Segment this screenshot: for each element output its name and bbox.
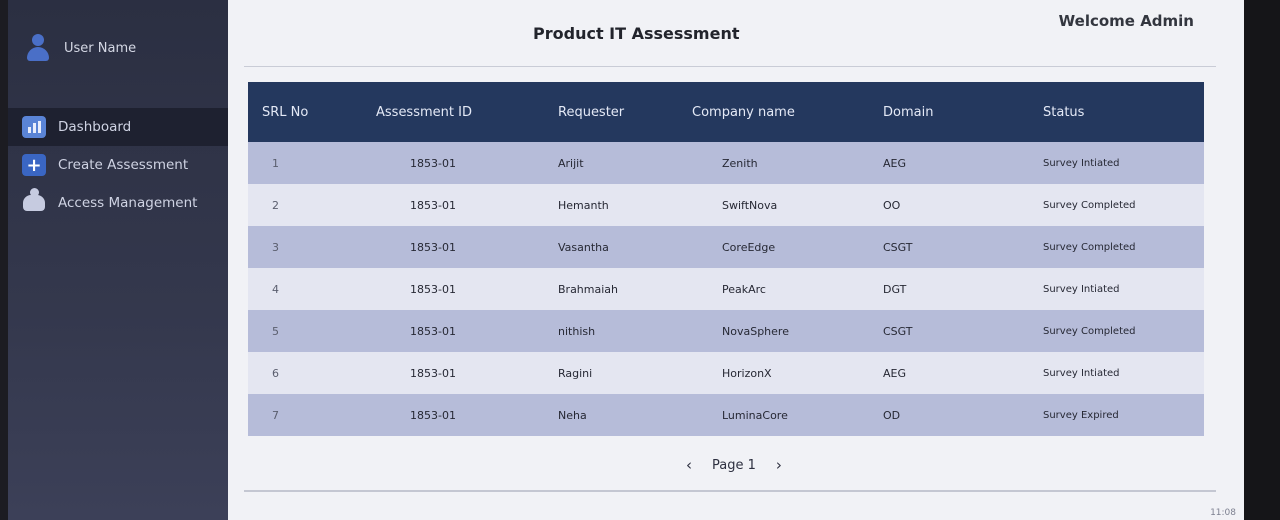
cell-status: Survey Intiated — [1043, 157, 1120, 169]
column-header-requester[interactable]: Requester — [538, 82, 688, 142]
divider — [244, 66, 1216, 67]
cell-status: Survey Completed — [1043, 241, 1136, 253]
clock-text: 11:08 — [1210, 508, 1236, 518]
sidebar: User Name Dashboard + Create Assessment … — [8, 0, 228, 520]
cell-srl: 5 — [272, 324, 279, 338]
cell-requester: Arijit — [558, 156, 584, 170]
welcome-text: Welcome Admin — [1058, 12, 1194, 30]
dashboard-icon — [22, 116, 46, 138]
cell-srl: 3 — [272, 240, 279, 254]
table-row[interactable]: 3 1853-01 Vasantha CoreEdge CSGT Survey … — [248, 226, 1204, 268]
cell-status: Survey Intiated — [1043, 367, 1120, 379]
pagination: ‹ Page 1 › — [686, 456, 782, 474]
table-header-row: SRL No Assessment ID Requester Company n… — [248, 82, 1204, 142]
cell-assessment-id: 1853-01 — [410, 408, 456, 422]
cell-company: SwiftNova — [722, 198, 778, 212]
cell-srl: 4 — [272, 282, 279, 296]
assessment-table: SRL No Assessment ID Requester Company n… — [248, 82, 1204, 436]
sidebar-item-label: Create Assessment — [58, 157, 189, 173]
sidebar-item-label: Dashboard — [58, 119, 132, 135]
cell-requester: Ragini — [558, 366, 593, 380]
cell-domain: AEG — [883, 156, 906, 170]
cell-assessment-id: 1853-01 — [410, 324, 456, 338]
divider — [244, 490, 1216, 492]
cell-assessment-id: 1853-01 — [410, 156, 456, 170]
table-row[interactable]: 1 1853-01 Arijit Zenith AEG Survey Intia… — [248, 142, 1204, 184]
chevron-left-icon[interactable]: ‹ — [686, 456, 692, 474]
cell-requester: nithish — [558, 324, 596, 338]
chevron-right-icon[interactable]: › — [776, 456, 782, 474]
cell-requester: Hemanth — [558, 198, 609, 212]
column-header-domain[interactable]: Domain — [863, 82, 1023, 142]
cell-status: Survey Completed — [1043, 199, 1136, 211]
plus-icon: + — [22, 154, 46, 176]
cell-srl: 7 — [272, 408, 279, 422]
table-row[interactable]: 2 1853-01 Hemanth SwiftNova OO Survey Co… — [248, 184, 1204, 226]
user-name: User Name — [64, 40, 137, 56]
table-row[interactable]: 7 1853-01 Neha LuminaCore OD Survey Expi… — [248, 394, 1204, 436]
cell-domain: DGT — [883, 282, 907, 296]
table-row[interactable]: 6 1853-01 Ragini HorizonX AEG Survey Int… — [248, 352, 1204, 394]
cell-domain: OD — [883, 408, 901, 422]
column-header-srl[interactable]: SRL No — [248, 82, 348, 142]
sidebar-item-label: Access Management — [58, 195, 198, 211]
cell-company: HorizonX — [722, 366, 772, 380]
cell-company: NovaSphere — [722, 324, 789, 338]
page-title: Product IT Assessment — [533, 24, 740, 43]
cell-company: CoreEdge — [722, 240, 776, 254]
app-window: User Name Dashboard + Create Assessment … — [8, 0, 1244, 520]
cell-requester: Neha — [558, 408, 587, 422]
cell-status: Survey Intiated — [1043, 283, 1120, 295]
cell-srl: 2 — [272, 198, 279, 212]
cell-company: Zenith — [722, 156, 758, 170]
cell-status: Survey Expired — [1043, 409, 1119, 421]
main-content: Product IT Assessment Welcome Admin SRL … — [228, 0, 1244, 520]
cell-srl: 1 — [272, 156, 279, 170]
users-icon — [22, 188, 46, 214]
table-row[interactable]: 4 1853-01 Brahmaiah PeakArc DGT Survey I… — [248, 268, 1204, 310]
sidebar-item-dashboard[interactable]: Dashboard — [8, 108, 228, 146]
cell-domain: OO — [883, 198, 901, 212]
sidebar-item-access-management[interactable]: Access Management — [8, 184, 228, 222]
user-profile[interactable]: User Name — [26, 34, 136, 62]
sidebar-item-create-assessment[interactable]: + Create Assessment — [8, 146, 228, 184]
cell-assessment-id: 1853-01 — [410, 198, 456, 212]
cell-domain: CSGT — [883, 324, 913, 338]
page-indicator: Page 1 — [712, 457, 756, 473]
cell-requester: Brahmaiah — [558, 282, 619, 296]
cell-status: Survey Completed — [1043, 325, 1136, 337]
cell-company: PeakArc — [722, 282, 766, 296]
column-header-assessment-id[interactable]: Assessment ID — [348, 82, 538, 142]
column-header-company-name[interactable]: Company name — [688, 82, 863, 142]
cell-assessment-id: 1853-01 — [410, 282, 456, 296]
user-avatar-icon — [26, 34, 50, 62]
monitor-bezel — [1244, 0, 1280, 520]
sidebar-nav: Dashboard + Create Assessment Access Man… — [8, 108, 228, 222]
column-header-status[interactable]: Status — [1023, 82, 1204, 142]
cell-requester: Vasantha — [558, 240, 609, 254]
table-row[interactable]: 5 1853-01 nithish NovaSphere CSGT Survey… — [248, 310, 1204, 352]
cell-srl: 6 — [272, 366, 279, 380]
cell-company: LuminaCore — [722, 408, 788, 422]
cell-domain: AEG — [883, 366, 906, 380]
cell-assessment-id: 1853-01 — [410, 366, 456, 380]
cell-domain: CSGT — [883, 240, 913, 254]
cell-assessment-id: 1853-01 — [410, 240, 456, 254]
